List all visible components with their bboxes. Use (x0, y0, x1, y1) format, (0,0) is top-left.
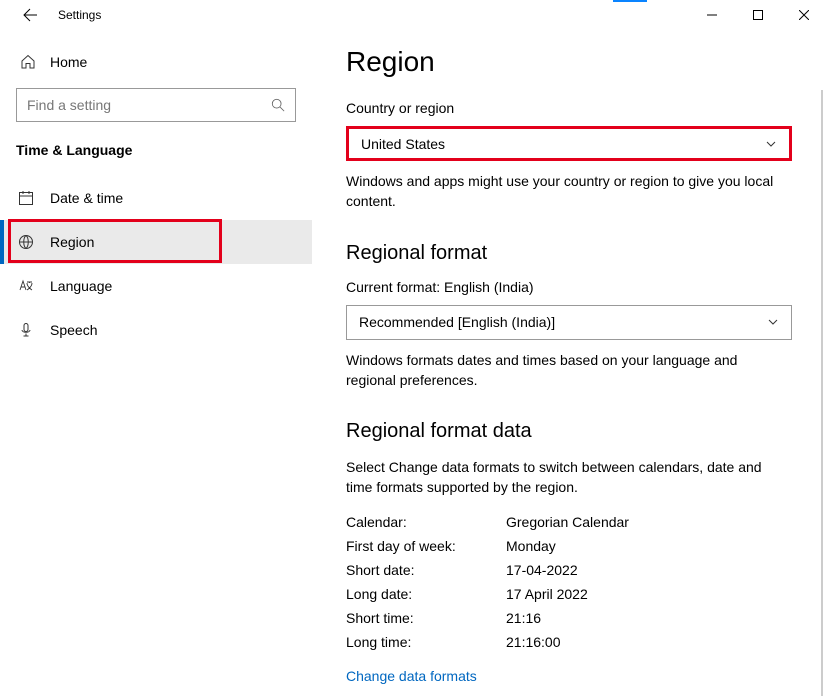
titlebar: Settings (0, 0, 827, 30)
country-combobox[interactable]: United States (346, 126, 792, 161)
sidebar-item-label: Region (50, 234, 94, 250)
row-value: 21:16:00 (506, 634, 561, 650)
country-desc: Windows and apps might use your country … (346, 171, 791, 212)
country-label: Country or region (346, 100, 791, 116)
row-value: 17-04-2022 (506, 562, 578, 578)
region-highlight-box (8, 219, 222, 263)
row-key: Calendar: (346, 514, 506, 530)
format-combobox[interactable]: Recommended [English (India)] (346, 305, 792, 340)
format-desc: Windows formats dates and times based on… (346, 350, 791, 391)
titlebar-accent (613, 0, 647, 2)
regional-format-heading: Regional format (346, 242, 791, 265)
format-value: Recommended [English (India)] (359, 314, 555, 330)
change-data-formats-link[interactable]: Change data formats (346, 668, 477, 684)
row-short-date: Short date:17-04-2022 (346, 562, 791, 578)
minimize-icon (707, 10, 717, 20)
row-calendar: Calendar:Gregorian Calendar (346, 514, 791, 530)
sidebar-item-speech[interactable]: Speech (0, 308, 312, 352)
home-icon (20, 54, 36, 70)
content-pane: Region Country or region United States W… (312, 30, 827, 700)
regional-format-data-heading: Regional format data (346, 420, 791, 443)
sidebar-category-title: Time & Language (0, 140, 312, 176)
sidebar-home[interactable]: Home (0, 44, 312, 80)
app-title: Settings (58, 8, 101, 22)
row-short-time: Short time:21:16 (346, 610, 791, 626)
minimize-button[interactable] (689, 0, 735, 30)
sidebar: Home Find a setting Time & Language Date… (0, 30, 312, 700)
scrollbar[interactable] (821, 90, 823, 696)
close-button[interactable] (781, 0, 827, 30)
row-value: Monday (506, 538, 556, 554)
sidebar-home-label: Home (50, 54, 87, 70)
row-first-day-of-week: First day of week:Monday (346, 538, 791, 554)
row-key: Long time: (346, 634, 506, 650)
sidebar-item-language[interactable]: Language (0, 264, 312, 308)
row-long-date: Long date:17 April 2022 (346, 586, 791, 602)
row-key: Short date: (346, 562, 506, 578)
row-value: Gregorian Calendar (506, 514, 629, 530)
sidebar-item-label: Language (50, 278, 112, 294)
language-icon (18, 278, 34, 294)
search-placeholder: Find a setting (27, 97, 111, 113)
sidebar-item-date-time[interactable]: Date & time (0, 176, 312, 220)
chevron-down-icon (767, 316, 779, 328)
row-key: First day of week: (346, 538, 506, 554)
row-key: Short time: (346, 610, 506, 626)
row-key: Long date: (346, 586, 506, 602)
row-value: 17 April 2022 (506, 586, 588, 602)
page-title: Region (346, 46, 791, 78)
country-value: United States (361, 136, 445, 152)
maximize-button[interactable] (735, 0, 781, 30)
sidebar-item-label: Date & time (50, 190, 123, 206)
sidebar-item-region[interactable]: Region (0, 220, 312, 264)
back-button[interactable] (18, 3, 42, 27)
sidebar-item-label: Speech (50, 322, 97, 338)
globe-icon (18, 234, 34, 250)
arrow-left-icon (22, 7, 38, 23)
search-input[interactable]: Find a setting (16, 88, 296, 122)
search-icon (271, 98, 285, 112)
regional-data-desc: Select Change data formats to switch bet… (346, 457, 791, 498)
chevron-down-icon (765, 138, 777, 150)
row-value: 21:16 (506, 610, 541, 626)
row-long-time: Long time:21:16:00 (346, 634, 791, 650)
calendar-icon (18, 190, 34, 206)
maximize-icon (753, 10, 763, 20)
microphone-icon (18, 322, 34, 338)
current-format-label: Current format: English (India) (346, 279, 791, 295)
close-icon (799, 10, 809, 20)
